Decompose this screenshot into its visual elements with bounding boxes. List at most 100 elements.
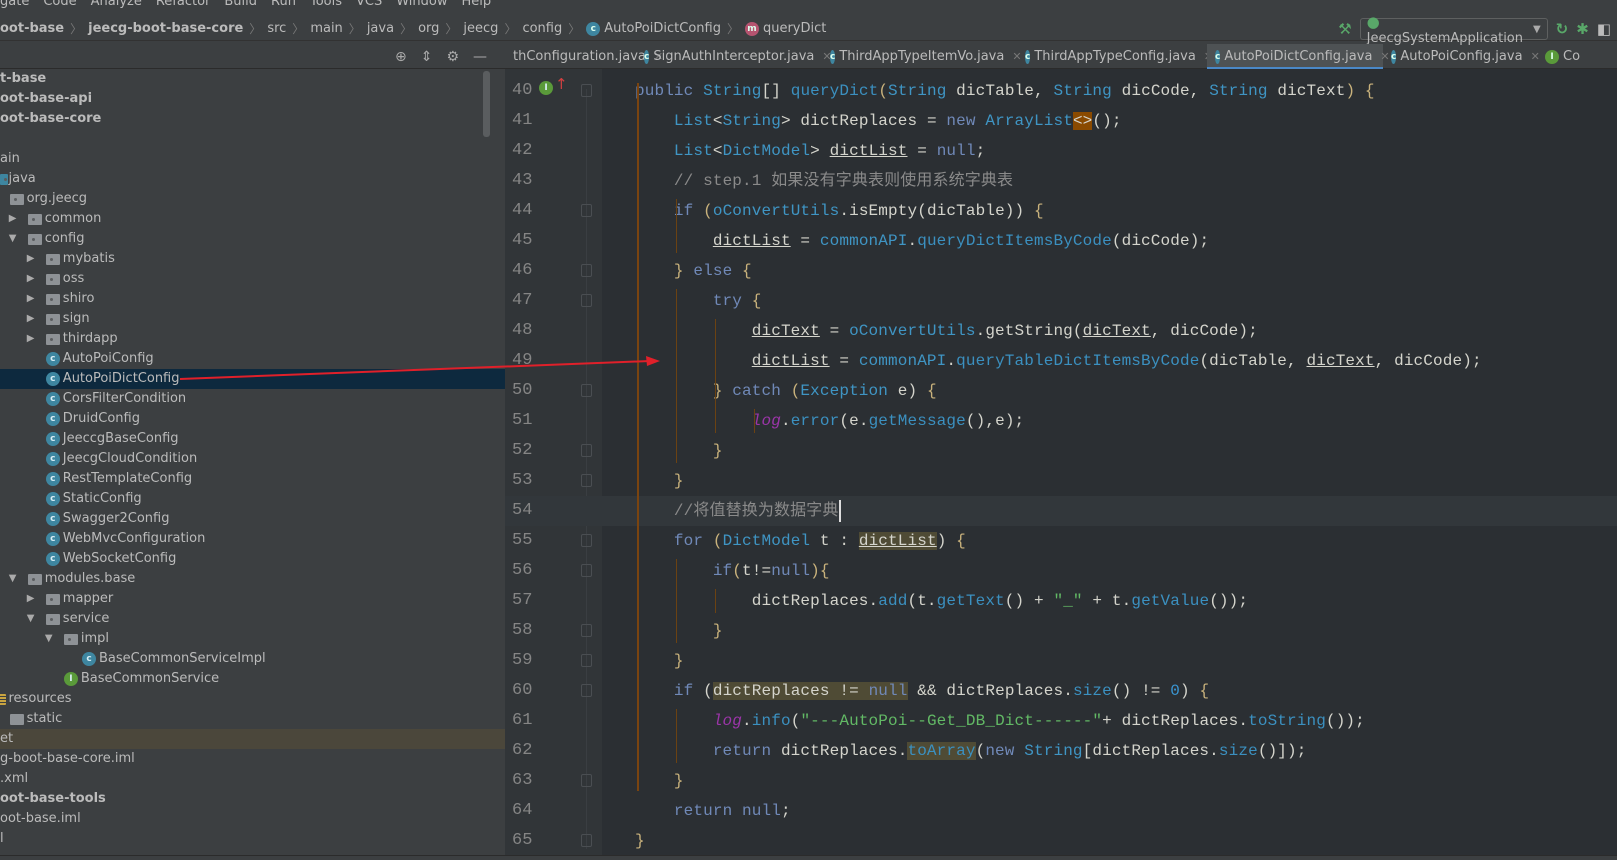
fold-marker-icon[interactable] [581, 84, 592, 97]
fold-marker-icon[interactable] [581, 294, 592, 307]
menu-item[interactable]: Build [224, 0, 257, 12]
expanded-arrow-icon[interactable]: ▼ [9, 569, 17, 589]
code-line[interactable]: 43 // step.1 如果没有字典表则使用系统字典表 [505, 166, 1617, 196]
code-line[interactable]: 63} [505, 766, 1617, 796]
code-line[interactable]: 53} [505, 466, 1617, 496]
breadcrumb-item[interactable]: config [522, 21, 562, 36]
tree-item[interactable]: et [0, 729, 505, 749]
breadcrumb-item[interactable]: org [418, 21, 439, 36]
tree-item[interactable]: ▶ mybatis [0, 249, 505, 269]
tree-item[interactable]: ▶ oss [0, 269, 505, 289]
tab-thconfiguration-java[interactable]: thConfiguration.java ✕ [505, 44, 663, 69]
code-line[interactable]: 44 if (oConvertUtils.isEmpty(dicTable)) { [505, 196, 1617, 226]
menu-item[interactable]: gate [0, 0, 29, 12]
rerun-icon[interactable]: ↻ [1556, 20, 1569, 38]
breadcrumb-item[interactable]: jeecg [463, 21, 498, 36]
tree-item[interactable]: ▶ mapper [0, 589, 505, 609]
code-line[interactable]: 54 //将值替换为数据字典 [505, 496, 1617, 526]
tree-item[interactable]: ▼ service [0, 609, 505, 629]
code-line[interactable]: 56 if(t!=null){ [505, 556, 1617, 586]
code-line[interactable]: 41 List<String> dictReplaces = new ArrayL… [505, 106, 1617, 136]
breadcrumb-item[interactable]: oot-base [0, 21, 64, 36]
code-editor[interactable]: 40 public String[] queryDict(String dicTa… [505, 69, 1617, 860]
debug-icon[interactable]: ✱ [1576, 20, 1589, 38]
locate-icon[interactable]: ⊕ [395, 49, 407, 65]
expanded-arrow-icon[interactable]: ▼ [45, 629, 53, 649]
code-line[interactable]: 64 return null; [505, 796, 1617, 826]
override-arrow-icon[interactable]: ↑ [555, 75, 568, 93]
fold-marker-icon[interactable] [581, 474, 592, 487]
tree-item[interactable]: ▶ shiro [0, 289, 505, 309]
code-line[interactable]: 46} else { [505, 256, 1617, 286]
collapse-all-icon[interactable]: ⇕ [421, 49, 433, 65]
tree-item[interactable]: oot-base-api [0, 89, 505, 109]
tree-item[interactable]: ▼ config [0, 229, 505, 249]
tree-item[interactable]: ▼ modules.base [0, 569, 505, 589]
collapsed-arrow-icon[interactable]: ▶ [27, 249, 35, 269]
tree-item[interactable]: c AutoPoiConfig [0, 349, 505, 369]
gear-icon[interactable]: ⚙ [446, 49, 459, 65]
tree-item[interactable]: oot-base-core [0, 109, 505, 129]
coverage-icon[interactable]: ◧ [1597, 20, 1611, 38]
tree-item[interactable]: oot-base.iml [0, 809, 505, 829]
code-line[interactable]: 42 List<DictModel> dictList = null; [505, 136, 1617, 166]
tab-thirdapptypeconfig-java[interactable]: cThirdAppTypeConfig.java✕ [1017, 44, 1213, 69]
fold-marker-icon[interactable] [581, 204, 592, 217]
tree-item[interactable]: java [0, 169, 505, 189]
tree-item[interactable]: g-boot-base-core.iml [0, 749, 505, 769]
fold-marker-icon[interactable] [581, 444, 592, 457]
hide-icon[interactable]: — [473, 49, 487, 65]
implements-icon[interactable]: I [539, 81, 553, 95]
tree-item[interactable]: I BaseCommonService [0, 669, 505, 689]
code-line[interactable]: 45 dictList = commonAPI.queryDictItemsByC… [505, 226, 1617, 256]
tab-autopoiconfig-java[interactable]: c AutoPoiConfig.java ✕ [1383, 44, 1540, 69]
tree-item[interactable]: .xml [0, 769, 505, 789]
code-line[interactable]: 55 for (DictModel t : dictList) { [505, 526, 1617, 556]
project-scrollbar[interactable] [483, 71, 490, 137]
code-line[interactable]: 57 dictReplaces.add(t.getText() + "_" + t… [505, 586, 1617, 616]
tree-item[interactable]: resources [0, 689, 505, 709]
tree-item[interactable]: c DruidConfig [0, 409, 505, 429]
code-line[interactable]: 52} [505, 436, 1617, 466]
tree-item[interactable]: c JeecgCloudCondition [0, 449, 505, 469]
tree-item[interactable]: ain [0, 149, 505, 169]
breadcrumb-item[interactable]: c AutoPoiDictConfig [586, 21, 721, 36]
tab-thirdapptypeitemvo-java[interactable]: c ThirdAppTypeItemVo.java ✕ [822, 44, 1022, 69]
collapsed-arrow-icon[interactable]: ▶ [9, 209, 17, 229]
menu-item[interactable]: Refactor [156, 0, 211, 12]
fold-marker-icon[interactable] [581, 834, 592, 847]
collapsed-arrow-icon[interactable]: ▶ [27, 289, 35, 309]
run-config-dropdown[interactable]: ● JeecgSystemApplication ▼ [1359, 13, 1548, 46]
code-line[interactable]: 48 dicText = oConvertUtils.getString(dicT… [505, 316, 1617, 346]
tree-item[interactable]: ▶ sign [0, 309, 505, 329]
breadcrumb-item[interactable]: m queryDict [744, 21, 826, 36]
tree-item[interactable]: c CorsFilterCondition [0, 389, 505, 409]
fold-marker-icon[interactable] [581, 534, 592, 547]
fold-marker-icon[interactable] [581, 774, 592, 787]
code-line[interactable]: 51 log.error(e.getMessage(),e); [505, 406, 1617, 436]
code-line[interactable]: 60 if (dictReplaces != null && dictReplac… [505, 676, 1617, 706]
tree-item[interactable]: c WebMvcConfiguration [0, 529, 505, 549]
code-line[interactable]: 47 try { [505, 286, 1617, 316]
tree-item[interactable]: t-base [0, 69, 505, 89]
tree-item[interactable]: c Swagger2Config [0, 509, 505, 529]
menu-item[interactable]: VCS [356, 0, 382, 12]
hammer-icon[interactable]: ⚒ [1338, 20, 1351, 38]
code-line[interactable]: 59} [505, 646, 1617, 676]
expanded-arrow-icon[interactable]: ▼ [27, 609, 35, 629]
tree-item[interactable]: ▶ common [0, 209, 505, 229]
tab-autopoidictconfig-java[interactable]: c AutoPoiDictConfig.java ✕ [1207, 44, 1390, 70]
code-line[interactable]: 49 dictList = commonAPI.queryTableDictIte… [505, 346, 1617, 376]
tab-co[interactable]: I Co [1537, 44, 1597, 69]
code-line[interactable]: 40 public String[] queryDict(String dicTa… [505, 76, 1617, 106]
collapsed-arrow-icon[interactable]: ▶ [27, 329, 35, 349]
collapsed-arrow-icon[interactable]: ▶ [27, 269, 35, 289]
tree-item[interactable]: l [0, 829, 505, 849]
fold-marker-icon[interactable] [581, 384, 592, 397]
fold-marker-icon[interactable] [581, 564, 592, 577]
tree-item[interactable]: ▼ impl [0, 629, 505, 649]
tree-item[interactable]: ▶ thirdapp [0, 329, 505, 349]
code-line[interactable]: 50} catch (Exception e) { [505, 376, 1617, 406]
tree-item[interactable]: c BaseCommonServiceImpl [0, 649, 505, 669]
breadcrumb-item[interactable]: java [367, 21, 394, 36]
